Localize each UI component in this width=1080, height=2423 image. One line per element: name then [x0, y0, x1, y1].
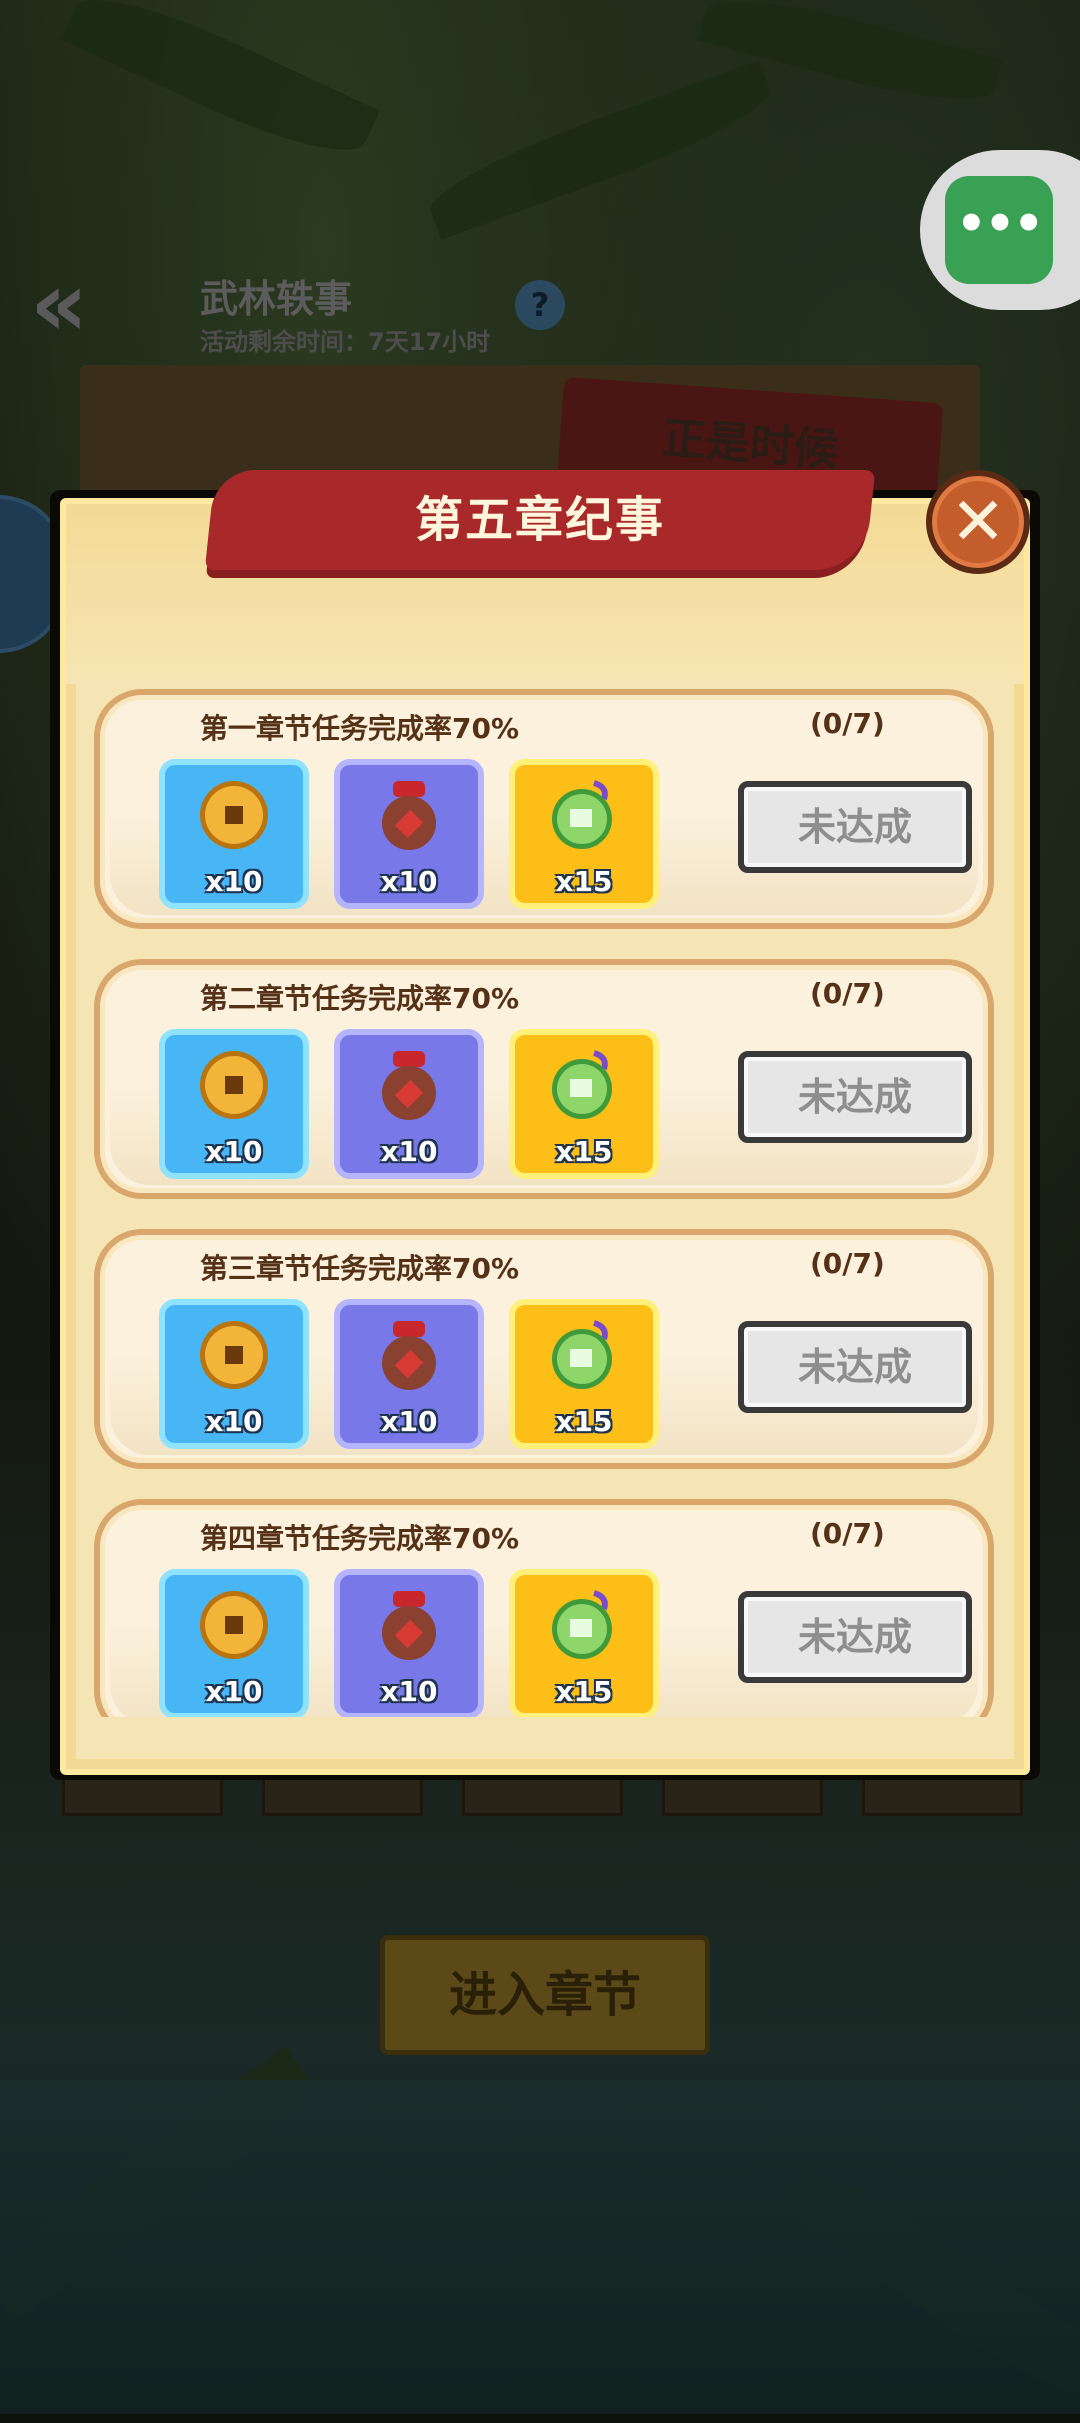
reward-wine-jar[interactable]: x10	[334, 1029, 484, 1179]
task-title: 第四章节任务完成率70%	[200, 1522, 520, 1555]
jade-pouch-icon	[552, 1050, 612, 1119]
task-card: 第一章节任务完成率70% (0/7) x10 x10 x15 未达成	[94, 689, 994, 929]
task-title: 第二章节任务完成率70%	[200, 982, 520, 1015]
more-options-button[interactable]: •••	[945, 176, 1053, 284]
claim-status-button[interactable]: 未达成	[738, 1051, 972, 1143]
bamboo-leaf	[60, 0, 380, 175]
reward-quantity: x15	[555, 865, 613, 898]
reward-quantity: x10	[205, 1675, 263, 1708]
reward-quantity: x10	[380, 865, 438, 898]
modal-title: 第五章纪事	[414, 492, 665, 548]
reward-wine-jar[interactable]: x10	[334, 1569, 484, 1717]
task-progress: (0/7)	[810, 1517, 885, 1550]
jade-pouch-icon	[552, 780, 612, 849]
task-title: 第一章节任务完成率70%	[200, 712, 520, 745]
reward-wine-jar[interactable]: x10	[334, 759, 484, 909]
chapter-tab[interactable]	[862, 1775, 1023, 1816]
reward-wine-jar[interactable]: x10	[334, 1299, 484, 1449]
reward-jade-pouch[interactable]: x15	[509, 759, 659, 909]
task-list[interactable]: 第一章节任务完成率70% (0/7) x10 x10 x15 未达成 第二章节任…	[94, 689, 994, 1717]
chapter-record-modal: 第一章节任务完成率70% (0/7) x10 x10 x15 未达成 第二章节任…	[60, 498, 1030, 1775]
task-progress: (0/7)	[810, 977, 885, 1010]
wine-jar-icon	[382, 1051, 436, 1120]
claim-status-button[interactable]: 未达成	[738, 1591, 972, 1683]
reward-quantity: x10	[380, 1405, 438, 1438]
reward-jade-pouch[interactable]: x15	[509, 1569, 659, 1717]
chapter-tab[interactable]	[62, 1775, 223, 1816]
task-card: 第四章节任务完成率70% (0/7) x10 x10 x15 未达成	[94, 1499, 994, 1717]
bamboo-leaf	[420, 60, 780, 240]
reward-jade-pouch[interactable]: x15	[509, 1029, 659, 1179]
close-button[interactable]: ✕	[926, 470, 1030, 574]
reward-quantity: x10	[380, 1135, 438, 1168]
copper-coin-icon	[200, 781, 268, 849]
task-title: 第三章节任务完成率70%	[200, 1252, 520, 1285]
task-card: 第三章节任务完成率70% (0/7) x10 x10 x15 未达成	[94, 1229, 994, 1469]
claim-status-button[interactable]: 未达成	[738, 1321, 972, 1413]
task-progress: (0/7)	[810, 707, 885, 740]
wine-jar-icon	[382, 781, 436, 850]
enter-chapter-button[interactable]: 进入章节	[380, 1935, 710, 2055]
reward-copper-coin[interactable]: x10	[159, 1029, 309, 1179]
event-title: 武林轶事	[200, 277, 353, 321]
water-area	[0, 2080, 1080, 2414]
chapter-tab[interactable]	[462, 1775, 623, 1816]
reward-quantity: x10	[205, 1405, 263, 1438]
reward-copper-coin[interactable]: x10	[159, 1569, 309, 1717]
jade-pouch-icon	[552, 1590, 612, 1659]
reward-copper-coin[interactable]: x10	[159, 759, 309, 909]
copper-coin-icon	[200, 1321, 268, 1389]
reward-quantity: x15	[555, 1405, 613, 1438]
close-icon: ✕	[950, 483, 1006, 560]
reward-quantity: x10	[205, 865, 263, 898]
copper-coin-icon	[200, 1591, 268, 1659]
reward-quantity: x15	[555, 1675, 613, 1708]
event-timer: 活动剩余时间：7天17小时	[200, 328, 491, 356]
reward-quantity: x15	[555, 1135, 613, 1168]
chapter-tab[interactable]	[262, 1775, 423, 1816]
help-icon[interactable]: ?	[515, 280, 565, 330]
task-progress: (0/7)	[810, 1247, 885, 1280]
wine-jar-icon	[382, 1591, 436, 1660]
reward-quantity: x10	[380, 1675, 438, 1708]
chapter-tab[interactable]	[662, 1775, 823, 1816]
claim-status-button[interactable]: 未达成	[738, 781, 972, 873]
reward-jade-pouch[interactable]: x15	[509, 1299, 659, 1449]
back-arrow-icon[interactable]: «	[30, 260, 130, 350]
task-card: 第二章节任务完成率70% (0/7) x10 x10 x15 未达成	[94, 959, 994, 1199]
reward-quantity: x10	[205, 1135, 263, 1168]
copper-coin-icon	[200, 1051, 268, 1119]
wine-jar-icon	[382, 1321, 436, 1390]
reward-copper-coin[interactable]: x10	[159, 1299, 309, 1449]
jade-pouch-icon	[552, 1320, 612, 1389]
